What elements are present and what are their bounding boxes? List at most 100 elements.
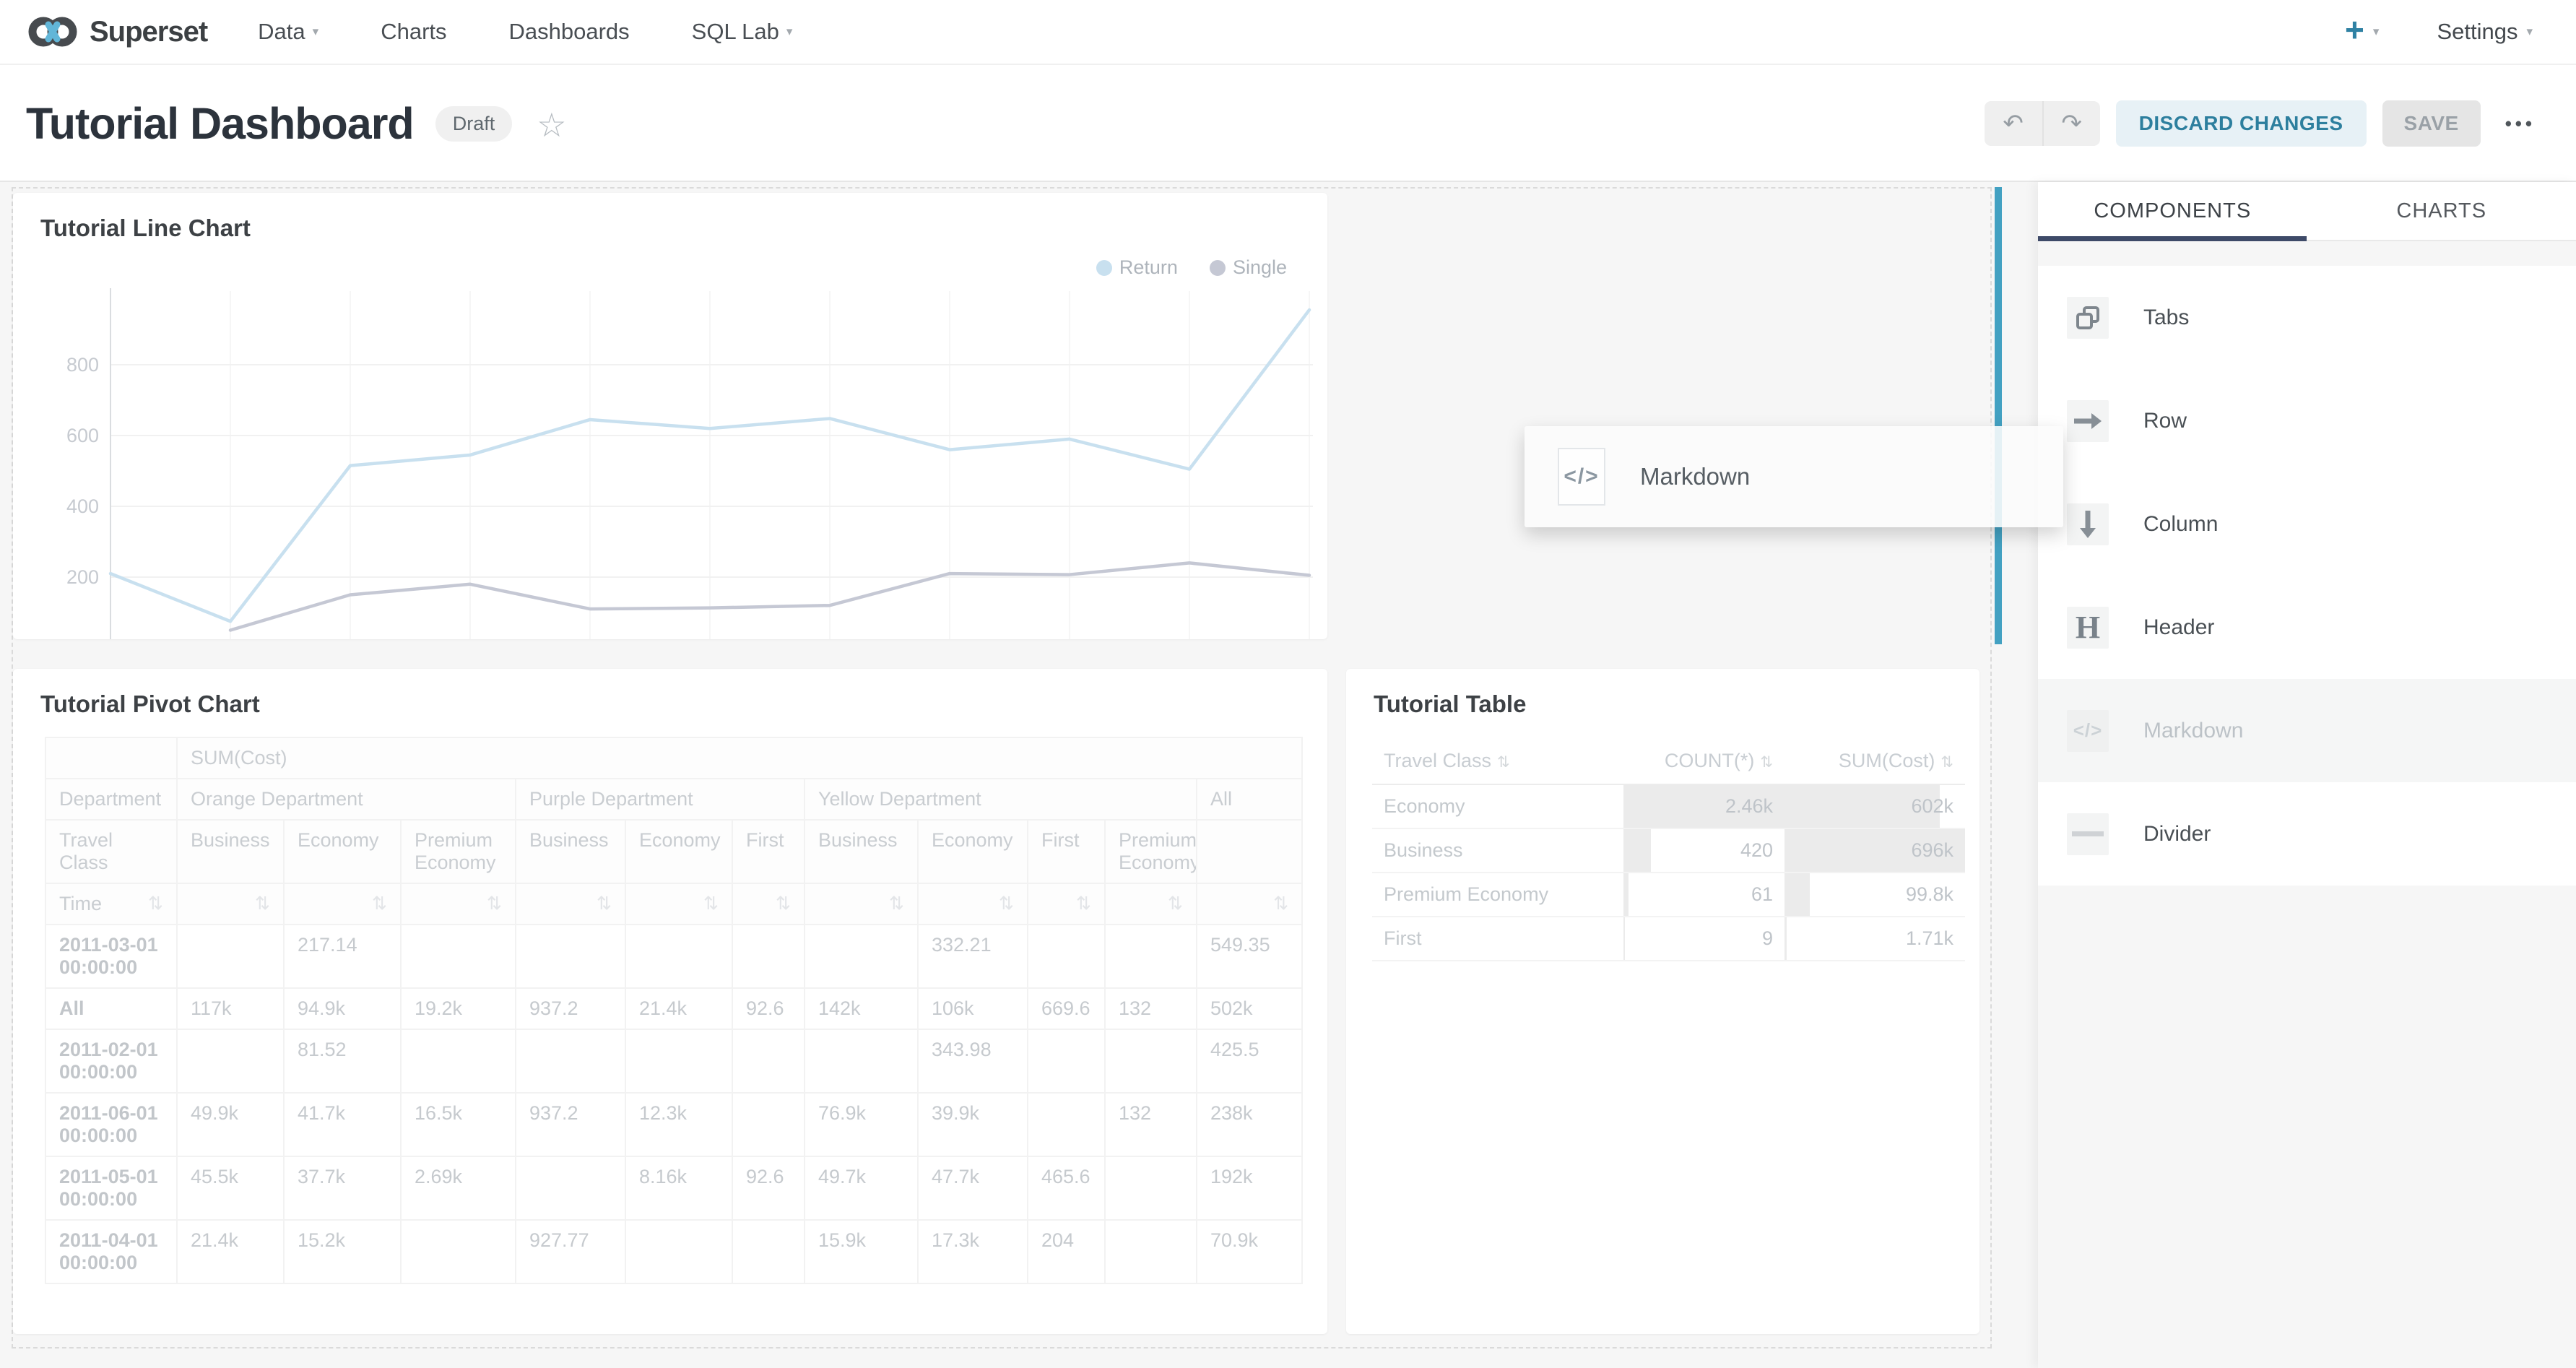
- svg-text:800: 800: [66, 354, 99, 376]
- sort-arrows-icon[interactable]: ⇅: [487, 893, 502, 914]
- redo-button[interactable]: ↷: [2042, 101, 2100, 146]
- sort-arrows-icon[interactable]: ⇅: [372, 893, 387, 914]
- sort-arrows-icon[interactable]: ⇅: [1940, 754, 1953, 771]
- tab-components[interactable]: COMPONENTS: [2038, 182, 2307, 240]
- pivot-value-cell: 81.52: [284, 1029, 401, 1093]
- settings-menu[interactable]: Settings ▾: [2437, 19, 2533, 45]
- sidebar-item-markdown: </>Markdown: [2038, 679, 2576, 782]
- pivot-time-header[interactable]: Time⇅: [45, 883, 177, 925]
- chart-title: Tutorial Table: [1374, 691, 1979, 718]
- nav-item-data[interactable]: Data▾: [258, 19, 318, 45]
- pivot-value-cell: 669.6: [1028, 988, 1105, 1029]
- pivot-class-header[interactable]: Business: [177, 820, 284, 883]
- pivot-value-cell: 502k: [1197, 988, 1302, 1029]
- sidebar-item-label: Header: [2143, 615, 2214, 640]
- pivot-value-cell: [516, 1156, 625, 1220]
- chevron-down-icon: ▾: [2373, 25, 2380, 39]
- sort-arrows-icon[interactable]: ⇅: [148, 893, 163, 914]
- col-header-travel-class[interactable]: Travel Class⇅: [1372, 738, 1623, 784]
- pivot-class-header[interactable]: Economy: [625, 820, 732, 883]
- pivot-value-cell: 2.69k: [401, 1156, 516, 1220]
- pivot-class-label: Travel Class: [45, 820, 177, 883]
- pivot-value-cell: 94.9k: [284, 988, 401, 1029]
- sort-arrows-icon[interactable]: ⇅: [1497, 754, 1510, 771]
- table-row: Economy2.46k602k: [1372, 784, 1965, 828]
- tab-charts[interactable]: CHARTS: [2307, 182, 2576, 240]
- favorite-star-icon[interactable]: ☆: [537, 105, 566, 144]
- sort-arrows-icon[interactable]: ⇅: [255, 893, 270, 914]
- sort-arrows-icon[interactable]: ⇅: [1168, 893, 1183, 914]
- pivot-value-cell: 927.77: [516, 1220, 625, 1283]
- sort-arrows-icon[interactable]: ⇅: [597, 893, 612, 914]
- sort-arrows-icon[interactable]: ⇅: [1076, 893, 1091, 914]
- save-button[interactable]: SAVE: [2382, 100, 2481, 147]
- pivot-value-cell: 41.7k: [284, 1093, 401, 1156]
- sort-arrows-icon[interactable]: ⇅: [889, 893, 904, 914]
- col-header-count[interactable]: COUNT(*)⇅: [1623, 738, 1784, 784]
- undo-button[interactable]: ↶: [1985, 101, 2042, 146]
- sort-arrows-icon[interactable]: ⇅: [703, 893, 719, 914]
- sidebar-tabs: COMPONENTSCHARTS: [2038, 182, 2576, 241]
- sidebar-item-tabs[interactable]: Tabs: [2038, 266, 2576, 369]
- pivot-class-header[interactable]: Business: [805, 820, 918, 883]
- header-icon: H: [2067, 607, 2109, 649]
- travel-class-cell: Business: [1372, 828, 1623, 873]
- more-options-icon[interactable]: •••: [2505, 113, 2536, 135]
- pivot-class-header[interactable]: Economy: [918, 820, 1028, 883]
- pivot-dept-header[interactable]: Yellow Department: [805, 779, 1197, 820]
- settings-label: Settings: [2437, 19, 2518, 45]
- pivot-value-cell: 45.5k: [177, 1156, 284, 1220]
- line-chart-card[interactable]: Tutorial Line Chart ReturnSingle 2004006…: [13, 193, 1327, 639]
- pivot-class-header[interactable]: First: [1028, 820, 1105, 883]
- pivot-table: SUM(Cost)DepartmentOrange DepartmentPurp…: [45, 737, 1303, 1284]
- sort-arrows-icon[interactable]: ⇅: [999, 893, 1014, 914]
- sort-arrows-icon[interactable]: ⇅: [1760, 754, 1773, 771]
- nav-item-charts[interactable]: Charts: [381, 19, 446, 45]
- count-cell: 61: [1623, 873, 1784, 917]
- nav-item-sql-lab[interactable]: SQL Lab▾: [692, 19, 793, 45]
- pivot-value-cell: 343.98: [918, 1029, 1028, 1093]
- sidebar-item-header[interactable]: H Header: [2038, 576, 2576, 679]
- undo-redo-group: ↶ ↷: [1985, 101, 2100, 146]
- pivot-value-cell: 17.3k: [918, 1220, 1028, 1283]
- superset-infinity-icon: [26, 14, 79, 50]
- count-cell: 2.46k: [1623, 784, 1784, 828]
- pivot-value-cell: [516, 1029, 625, 1093]
- pivot-value-cell: [177, 925, 284, 988]
- sort-arrows-icon[interactable]: ⇅: [1273, 893, 1288, 914]
- superset-logo[interactable]: Superset: [26, 14, 207, 50]
- pivot-dept-header[interactable]: Purple Department: [516, 779, 805, 820]
- pivot-value-cell: [1105, 1029, 1197, 1093]
- pivot-class-header[interactable]: Economy: [284, 820, 401, 883]
- col-header-sum-cost[interactable]: SUM(Cost)⇅: [1784, 738, 1965, 784]
- new-item-button[interactable]: + ▾: [2345, 15, 2379, 48]
- pivot-class-header[interactable]: Premium Economy: [401, 820, 516, 883]
- drag-ghost-label: Markdown: [1640, 463, 1750, 490]
- pivot-all-header[interactable]: All: [1197, 779, 1302, 820]
- sidebar-item-divider[interactable]: Divider: [2038, 782, 2576, 886]
- table-row: Premium Economy6199.8k: [1372, 873, 1965, 917]
- table-chart-card[interactable]: Tutorial Table Travel Class⇅COUNT(*)⇅SUM…: [1346, 669, 1979, 1334]
- nav-item-dashboards[interactable]: Dashboards: [509, 19, 630, 45]
- chart-title: Tutorial Pivot Chart: [40, 691, 1327, 718]
- pivot-chart-card[interactable]: Tutorial Pivot Chart SUM(Cost)Department…: [13, 669, 1327, 1334]
- pivot-class-header[interactable]: First: [732, 820, 805, 883]
- pivot-value-cell: 70.9k: [1197, 1220, 1302, 1283]
- table-row: Business420696k: [1372, 828, 1965, 873]
- plus-icon: +: [2345, 13, 2364, 46]
- pivot-class-header[interactable]: Business: [516, 820, 625, 883]
- chart-title: Tutorial Line Chart: [40, 215, 1327, 242]
- brand-name: Superset: [90, 16, 207, 48]
- pivot-class-header[interactable]: Premium Economy: [1105, 820, 1197, 883]
- discard-changes-button[interactable]: DISCARD CHANGES: [2116, 100, 2367, 147]
- row-icon: [2067, 400, 2109, 442]
- sidebar-item-row[interactable]: Row: [2038, 369, 2576, 472]
- pivot-dept-header[interactable]: Orange Department: [177, 779, 516, 820]
- sidebar-item-column[interactable]: Column: [2038, 472, 2576, 576]
- pivot-value-cell: [401, 1029, 516, 1093]
- pivot-corner-cell: [45, 737, 177, 779]
- pivot-time-cell: 2011-06-01 00:00:00: [45, 1093, 177, 1156]
- sort-arrows-icon[interactable]: ⇅: [776, 893, 791, 914]
- pivot-value-cell: [732, 925, 805, 988]
- pivot-value-cell: [401, 925, 516, 988]
